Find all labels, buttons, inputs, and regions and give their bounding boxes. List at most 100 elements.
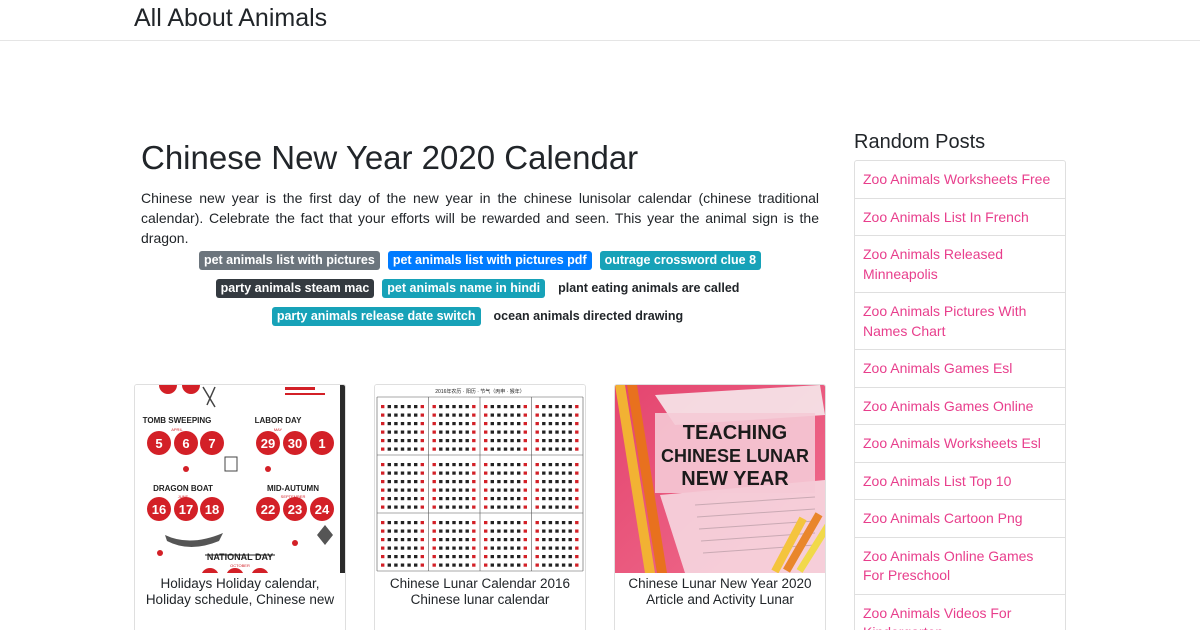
calendar-cell	[555, 405, 559, 409]
calendar-cell	[407, 563, 411, 567]
calendar-cell	[490, 538, 494, 542]
sidebar-post-link[interactable]: Zoo Animals Online Games For Preschool	[855, 538, 1065, 595]
calendar-cell	[510, 422, 514, 426]
calendar-cell	[381, 521, 385, 525]
calendar-cell	[414, 529, 418, 533]
calendar-cell	[452, 497, 456, 501]
sidebar-post-link[interactable]: Zoo Animals Released Minneapolis	[855, 236, 1065, 293]
day-number: 22	[261, 502, 275, 517]
calendar-cell	[523, 413, 527, 417]
calendar-cell	[458, 422, 463, 426]
calendar-cell	[472, 521, 476, 525]
calendar-cell	[548, 555, 553, 559]
tag-link[interactable]: pet animals name in hindi	[382, 278, 546, 298]
calendar-cell	[381, 538, 385, 542]
calendar-cell	[432, 480, 436, 484]
calendar-cell	[452, 529, 456, 533]
sidebar-post-link[interactable]: Zoo Animals Games Esl	[855, 350, 1065, 388]
sidebar-post-link[interactable]: Zoo Animals Videos For Kindergarten	[855, 595, 1065, 630]
calendar-cell	[568, 430, 572, 434]
calendar-cell	[555, 471, 559, 475]
calendar-cell	[555, 521, 559, 525]
calendar-cell	[465, 413, 469, 417]
tag-link[interactable]: party animals steam mac	[215, 278, 375, 298]
sidebar-post-link[interactable]: Zoo Animals List Top 10	[855, 463, 1065, 500]
calendar-cell	[394, 439, 398, 443]
sidebar-post-link[interactable]: Zoo Animals Worksheets Esl	[855, 425, 1065, 463]
calendar-cell	[387, 546, 391, 550]
calendar-cell	[472, 505, 476, 509]
calendar-cell	[510, 439, 514, 443]
calendar-cell	[472, 422, 476, 426]
sidebar-post-link[interactable]: Zoo Animals Games Online	[855, 388, 1065, 425]
calendar-cell	[490, 563, 494, 567]
calendar-cell	[465, 422, 469, 426]
calendar-cell	[381, 447, 385, 451]
calendar-cell	[568, 497, 572, 501]
calendar-cell	[490, 439, 494, 443]
tag-link[interactable]: ocean animals directed drawing	[489, 307, 689, 326]
sidebar-post-link[interactable]: Zoo Animals List In French	[855, 199, 1065, 236]
calendar-cell	[414, 405, 418, 409]
image-card[interactable]: TEACHING CHINESE LUNAR NEW YEAR Chinese …	[614, 384, 826, 630]
calendar-cell	[503, 447, 508, 451]
calendar-cell	[490, 480, 494, 484]
calendar-cell	[432, 471, 436, 475]
site-brand-link[interactable]: All About Animals	[134, 3, 327, 33]
article-header: Chinese New Year 2020 Calendar Chinese n…	[141, 138, 819, 248]
calendar-cell	[503, 488, 508, 492]
calendar-cell	[387, 480, 391, 484]
tag-link[interactable]: pet animals list with pictures	[198, 250, 380, 270]
sidebar-post-link[interactable]: Zoo Animals Cartoon Png	[855, 500, 1065, 538]
calendar-cell	[452, 471, 456, 475]
calendar-cell	[490, 505, 494, 509]
calendar-cell	[497, 546, 501, 550]
calendar-cell	[490, 447, 494, 451]
calendar-cell	[420, 480, 424, 484]
tag-link[interactable]: plant eating animals are called	[553, 279, 744, 298]
calendar-cell	[555, 546, 559, 550]
calendar-cell	[445, 405, 450, 409]
calendar-cell	[400, 413, 405, 417]
calendar-cell	[510, 546, 514, 550]
calendar-cell	[510, 463, 514, 467]
calendar-cell	[420, 505, 424, 509]
calendar-cell	[523, 497, 527, 501]
image-label: APRIL	[171, 427, 183, 432]
image-card[interactable]: 2016年农历 · 阳历 · 节气（丙申 · 猴年） Chinese Lunar…	[374, 384, 586, 630]
calendar-cell	[517, 463, 521, 467]
tag-link[interactable]: party animals release date switch	[271, 306, 481, 326]
calendar-cell	[420, 563, 424, 567]
calendar-cell	[503, 563, 508, 567]
tag-link[interactable]: outrage crossword clue 8	[599, 250, 762, 270]
calendar-cell	[439, 488, 443, 492]
calendar-cell	[445, 413, 450, 417]
calendar-cell	[535, 471, 539, 475]
calendar-cell	[387, 538, 391, 542]
sidebar-post-link[interactable]: Zoo Animals Worksheets Free	[855, 161, 1065, 199]
calendar-cell	[414, 505, 418, 509]
calendar-cell	[561, 405, 566, 409]
calendar-cell	[381, 471, 385, 475]
calendar-cell	[535, 430, 539, 434]
calendar-cell	[517, 563, 521, 567]
banner-line: NEW YEAR	[681, 468, 789, 490]
calendar-cell	[568, 555, 572, 559]
calendar-cell	[535, 480, 539, 484]
calendar-cell	[400, 488, 405, 492]
calendar-cell	[414, 463, 418, 467]
calendar-cell	[517, 505, 521, 509]
calendar-cell	[503, 422, 508, 426]
calendar-cell	[387, 529, 391, 533]
tag-link[interactable]: pet animals list with pictures pdf	[387, 250, 592, 270]
calendar-cell	[568, 546, 572, 550]
calendar-cell	[517, 538, 521, 542]
calendar-cell	[420, 555, 424, 559]
image-card[interactable]: TOMB SWEEPING APRIL LABOR DAY MAY 5 6 7 …	[134, 384, 346, 630]
calendar-cell	[497, 538, 501, 542]
sidebar-post-link[interactable]: Zoo Animals Pictures With Names Chart	[855, 293, 1065, 350]
calendar-cell	[420, 447, 424, 451]
calendar-cell	[381, 497, 385, 501]
calendar-cell	[458, 538, 463, 542]
lunar-calendar-image: 2016年农历 · 阳历 · 节气（丙申 · 猴年）	[375, 385, 585, 573]
